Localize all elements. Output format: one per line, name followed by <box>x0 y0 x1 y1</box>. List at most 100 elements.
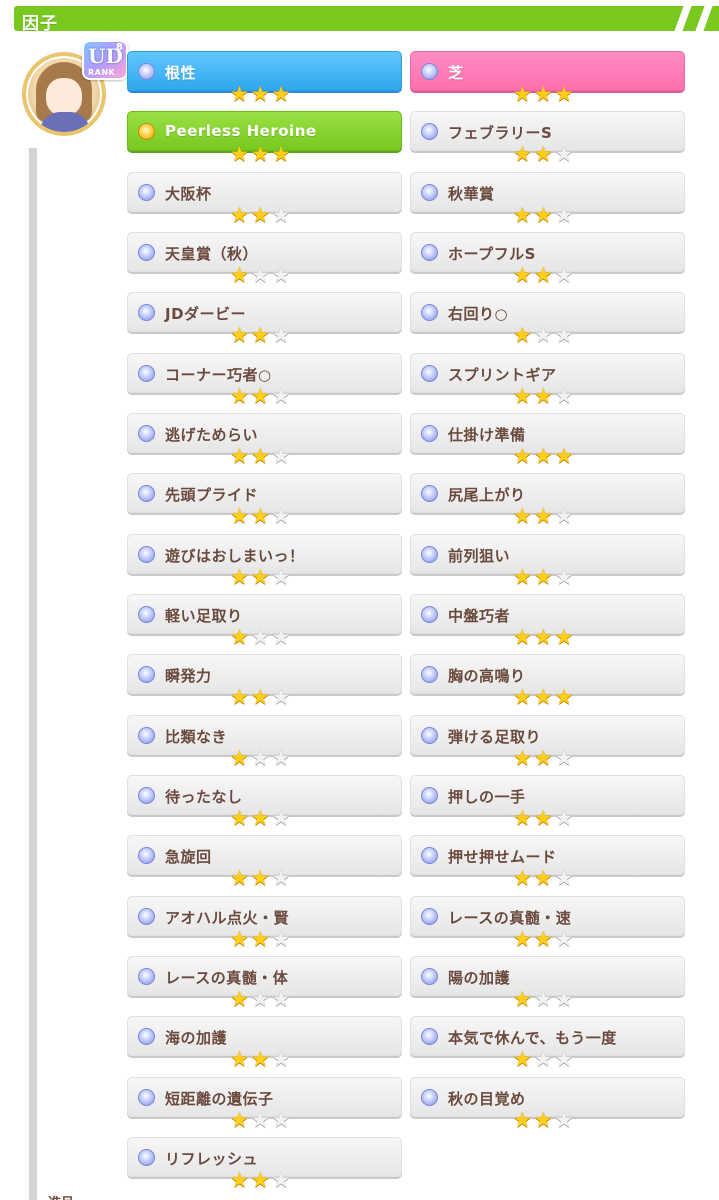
factor-label: 天皇賞（秋） <box>165 245 259 263</box>
star-rating: ★★★ <box>230 385 292 407</box>
star-filled-icon: ★ <box>533 142 555 166</box>
factor-card[interactable]: 秋華賞 ★★★ <box>410 172 685 226</box>
blue-orb-icon <box>421 1089 438 1106</box>
star-filled-icon: ★ <box>533 1108 555 1132</box>
factor-card[interactable]: 本気で休んで、もう一度 ★★★ <box>410 1016 685 1070</box>
factor-card[interactable]: 逃げためらい ★★★ <box>127 413 402 467</box>
factor-card[interactable]: 急旋回 ★★★ <box>127 835 402 889</box>
star-rating: ★★★ <box>230 626 292 648</box>
blue-orb-icon <box>421 184 438 201</box>
blue-orb-icon <box>138 908 155 925</box>
factor-card[interactable]: 遊びはおしまいっ！ ★★★ <box>127 534 402 588</box>
star-filled-icon: ★ <box>533 927 555 951</box>
star-filled-icon: ★ <box>513 625 534 649</box>
blue-orb-icon <box>138 546 155 563</box>
factor-card[interactable]: コーナー巧者○ ★★★ <box>127 353 402 407</box>
star-rating: ★★★ <box>230 83 292 105</box>
factor-card[interactable]: 押しの一手 ★★★ <box>410 775 685 829</box>
factor-card[interactable]: リフレッシュ ★★★ <box>127 1137 402 1191</box>
star-rating: ★★★ <box>513 445 575 467</box>
star-filled-icon: ★ <box>250 323 272 347</box>
factor-label: 根性 <box>165 64 197 82</box>
factor-card[interactable]: 根性 ★★★ <box>127 51 402 105</box>
star-filled-icon: ★ <box>513 504 534 528</box>
factor-section-header <box>14 6 719 31</box>
factor-card[interactable]: 秋の目覚め ★★★ <box>410 1077 685 1131</box>
factor-card[interactable]: 胸の高鳴り ★★★ <box>410 654 685 708</box>
blue-orb-icon <box>138 606 155 623</box>
factor-label: 胸の高鳴り <box>448 667 526 685</box>
star-filled-icon: ★ <box>250 142 272 166</box>
blue-orb-icon <box>421 123 438 140</box>
factor-card[interactable]: 前列狙い ★★★ <box>410 534 685 588</box>
star-filled-icon: ★ <box>554 82 576 106</box>
factor-card[interactable]: 中盤巧者 ★★★ <box>410 594 685 648</box>
rank-badge: UD 8 RANK <box>82 40 128 80</box>
star-rating: ★★★ <box>230 747 292 769</box>
star-empty-icon: ★ <box>271 866 293 890</box>
factor-card[interactable]: レースの真髄・速 ★★★ <box>410 896 685 950</box>
rank-sub: 8 <box>116 42 123 53</box>
character-avatar-group[interactable]: UD 8 RANK <box>16 40 128 152</box>
star-filled-icon: ★ <box>230 444 251 468</box>
star-empty-icon: ★ <box>554 565 576 589</box>
factor-card[interactable]: 弾ける足取り ★★★ <box>410 715 685 769</box>
star-empty-icon: ★ <box>271 685 293 709</box>
factor-card[interactable]: 瞬発力 ★★★ <box>127 654 402 708</box>
star-filled-icon: ★ <box>554 444 576 468</box>
star-empty-icon: ★ <box>271 323 293 347</box>
factor-card[interactable]: 陽の加護 ★★★ <box>410 956 685 1010</box>
factor-card[interactable]: 軽い足取り ★★★ <box>127 594 402 648</box>
star-filled-icon: ★ <box>513 384 534 408</box>
factor-card[interactable]: 仕掛け準備 ★★★ <box>410 413 685 467</box>
star-filled-icon: ★ <box>513 685 534 709</box>
star-rating: ★★★ <box>230 867 292 889</box>
factor-card[interactable]: 押せ押せムード ★★★ <box>410 835 685 889</box>
factor-card[interactable]: 大阪杯 ★★★ <box>127 172 402 226</box>
star-filled-icon: ★ <box>230 263 251 287</box>
blue-orb-icon <box>421 847 438 864</box>
blue-orb-icon <box>138 666 155 683</box>
star-filled-icon: ★ <box>230 685 251 709</box>
factor-card[interactable]: 短距離の遺伝子 ★★★ <box>127 1077 402 1131</box>
factor-card[interactable]: 比類なき ★★★ <box>127 715 402 769</box>
factor-label: 軽い足取り <box>165 607 243 625</box>
factor-card[interactable]: 尻尾上がり ★★★ <box>410 473 685 527</box>
star-rating: ★★★ <box>513 143 575 165</box>
star-filled-icon: ★ <box>513 263 534 287</box>
star-rating: ★★★ <box>513 928 575 950</box>
star-filled-icon: ★ <box>533 82 555 106</box>
factor-card[interactable]: 天皇賞（秋） ★★★ <box>127 232 402 286</box>
factor-card[interactable]: 海の加護 ★★★ <box>127 1016 402 1070</box>
star-filled-icon: ★ <box>513 565 534 589</box>
factor-card[interactable]: 芝 ★★★ <box>410 51 685 105</box>
star-empty-icon: ★ <box>271 444 293 468</box>
star-filled-icon: ★ <box>533 685 555 709</box>
factor-card[interactable]: フェブラリーS ★★★ <box>410 111 685 165</box>
factor-label: 芝 <box>448 64 464 82</box>
factor-label: レースの真髄・体 <box>165 969 289 987</box>
factor-card[interactable]: 先頭プライド ★★★ <box>127 473 402 527</box>
factor-label: スプリントギア <box>448 366 557 384</box>
star-empty-icon: ★ <box>554 866 576 890</box>
star-filled-icon: ★ <box>513 806 534 830</box>
star-empty-icon: ★ <box>554 203 576 227</box>
factor-label: フェブラリーS <box>448 124 553 142</box>
factor-card[interactable]: 右回り○ ★★★ <box>410 292 685 346</box>
factor-label: 前列狙い <box>448 547 511 565</box>
star-empty-icon: ★ <box>533 987 555 1011</box>
star-filled-icon: ★ <box>533 866 555 890</box>
star-empty-icon: ★ <box>250 263 272 287</box>
star-filled-icon: ★ <box>250 565 272 589</box>
factor-card[interactable]: JDダービー ★★★ <box>127 292 402 346</box>
star-empty-icon: ★ <box>554 323 576 347</box>
star-rating: ★★★ <box>513 626 575 648</box>
factor-card[interactable]: レースの真髄・体 ★★★ <box>127 956 402 1010</box>
factor-card[interactable]: ホープフルS ★★★ <box>410 232 685 286</box>
factor-card[interactable]: Peerless Heroine ★★★ <box>127 111 402 165</box>
factor-card[interactable]: スプリントギア ★★★ <box>410 353 685 407</box>
star-filled-icon: ★ <box>533 263 555 287</box>
factor-card[interactable]: アオハル点火・賢 ★★★ <box>127 896 402 950</box>
factor-card[interactable]: 待ったなし ★★★ <box>127 775 402 829</box>
star-empty-icon: ★ <box>554 746 576 770</box>
